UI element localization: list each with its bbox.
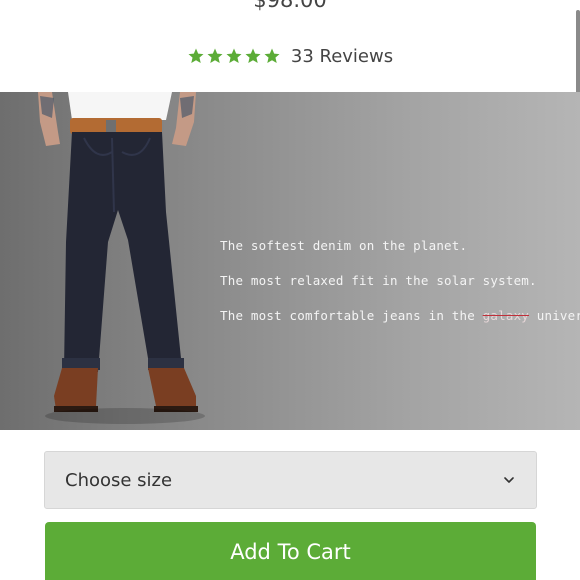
star-icon <box>264 48 280 63</box>
star-icon <box>188 48 204 63</box>
hero-tagline-3-struck: galaxy <box>482 308 530 323</box>
star-icon <box>245 48 261 63</box>
product-rating[interactable]: 33 Reviews <box>0 42 580 70</box>
star-icon <box>207 48 223 63</box>
hero-tagline-1: The softest denim on the planet. <box>220 238 468 253</box>
model-photo <box>38 92 205 424</box>
rating-stars <box>187 47 281 65</box>
add-to-cart-button[interactable]: Add To Cart <box>45 522 536 580</box>
product-price: $98.00 <box>253 0 327 12</box>
hero-tagline-3-prefix: The most comfortable jeans in the <box>220 308 483 323</box>
size-select-value: Choose size <box>65 469 173 491</box>
hero-tagline-2: The most relaxed fit in the solar system… <box>220 273 537 288</box>
hero-tagline-3-suffix: universe. <box>536 308 580 323</box>
hero-banner: The softest denim on the planet. The mos… <box>0 92 580 430</box>
star-icon <box>226 48 242 63</box>
chevron-down-icon <box>504 477 514 483</box>
hero-tagline-3: The most comfortable jeans in the galaxy… <box>220 308 580 323</box>
size-select[interactable]: Choose size <box>44 451 537 509</box>
reviews-link[interactable]: 33 Reviews <box>291 46 393 67</box>
